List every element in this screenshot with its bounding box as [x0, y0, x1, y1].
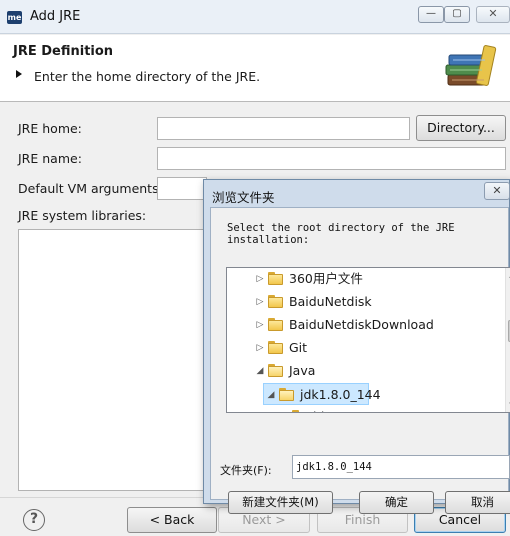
folder-open-icon: [279, 388, 294, 401]
tree-item-bin[interactable]: bin: [277, 406, 332, 412]
minimize-button[interactable]: —: [418, 6, 444, 23]
system-libraries-list[interactable]: [18, 229, 208, 491]
tree-item-baidunetdiskdownload[interactable]: ▷ BaiduNetdiskDownload: [253, 314, 434, 336]
folder-icon: [268, 295, 283, 308]
tree-item-java[interactable]: ◢ Java: [253, 360, 316, 382]
banner-message: Enter the home directory of the JRE.: [34, 69, 261, 84]
wizard-banner: JRE Definition Enter the home directory …: [0, 35, 510, 102]
folder-icon: [268, 272, 283, 285]
vm-arguments-label: Default VM arguments:: [18, 181, 163, 196]
dialog-title: 浏览文件夹: [212, 190, 275, 205]
jre-name-field[interactable]: [157, 147, 506, 170]
tree-item-label: Java: [289, 363, 316, 378]
maximize-button[interactable]: ▢: [444, 6, 470, 23]
tree-item-baidunetdisk[interactable]: ▷ BaiduNetdisk: [253, 291, 372, 313]
folder-label: 文件夹(F):: [220, 464, 272, 477]
window-title-bar: me Add JRE — ▢ ✕: [0, 0, 510, 34]
folder-input[interactable]: jdk1.8.0_144: [292, 455, 510, 479]
browse-folder-dialog: 浏览文件夹 ✕ Select the root directory of the…: [203, 179, 510, 514]
page-title: JRE Definition: [13, 44, 114, 59]
expand-arrow-icon[interactable]: ▷: [253, 314, 267, 336]
expand-arrow-icon[interactable]: ▷: [253, 291, 267, 313]
collapse-arrow-icon[interactable]: ◢: [253, 360, 267, 382]
help-icon[interactable]: ?: [23, 509, 45, 531]
folder-icon: [292, 410, 307, 412]
books-icon: [445, 45, 497, 86]
folder-icon: [268, 318, 283, 331]
vm-arguments-field[interactable]: [157, 177, 207, 200]
expand-arrow-icon[interactable]: ▷: [253, 268, 267, 290]
app-icon: me: [7, 11, 22, 24]
tree-item-label: BaiduNetdiskDownload: [289, 317, 434, 332]
folder-open-icon: [268, 364, 283, 377]
tree-item-jdk-selected[interactable]: ◢ jdk1.8.0_144: [263, 383, 381, 406]
window-title: Add JRE: [30, 9, 81, 24]
jre-home-field[interactable]: [157, 117, 410, 140]
tree-scrollbar[interactable]: ▲ ▼: [505, 268, 510, 412]
collapse-arrow-icon[interactable]: ◢: [264, 384, 278, 406]
directory-button[interactable]: Directory...: [416, 115, 506, 141]
close-button[interactable]: ✕: [476, 6, 510, 23]
dialog-body: Select the root directory of the JRE ins…: [210, 207, 510, 514]
back-button[interactable]: < Back: [127, 507, 217, 533]
scroll-down-arrow-icon[interactable]: ▼: [506, 398, 510, 412]
system-libraries-label: JRE system libraries:: [18, 208, 147, 223]
folder-tree[interactable]: ▷ 360用户文件 ▷ BaiduNetdisk ▷ BaiduNetdiskDown…: [226, 267, 510, 413]
tree-item-label: Git: [289, 340, 308, 355]
dialog-cancel-button[interactable]: 取消: [445, 491, 510, 514]
expand-arrow-icon[interactable]: ▷: [253, 337, 267, 359]
dialog-close-button[interactable]: ✕: [484, 182, 510, 200]
tree-item-label: 360用户文件: [289, 271, 363, 286]
tree-item-label: jdk1.8.0_144: [300, 387, 381, 402]
scroll-up-arrow-icon[interactable]: ▲: [506, 268, 510, 282]
tree-item-label: bin: [313, 409, 332, 412]
tree-item-360-user-files[interactable]: ▷ 360用户文件: [253, 268, 363, 290]
folder-icon: [268, 341, 283, 354]
tree-item-git[interactable]: ▷ Git: [253, 337, 308, 359]
ok-button[interactable]: 确定: [359, 491, 434, 514]
tree-item-label: BaiduNetdisk: [289, 294, 372, 309]
jre-home-label: JRE home:: [18, 121, 82, 136]
new-folder-button[interactable]: 新建文件夹(M): [228, 491, 333, 514]
dialog-description: Select the root directory of the JRE ins…: [227, 222, 455, 246]
jre-name-label: JRE name:: [18, 151, 82, 166]
info-arrow-icon: [16, 70, 22, 78]
